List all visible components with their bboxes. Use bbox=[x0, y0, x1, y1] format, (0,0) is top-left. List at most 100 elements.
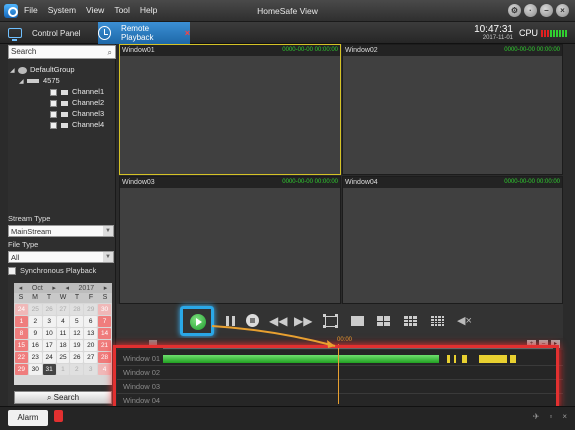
calendar-day[interactable]: 17 bbox=[42, 340, 56, 351]
layout-9-button[interactable] bbox=[402, 312, 420, 330]
calendar-day[interactable]: 16 bbox=[28, 340, 42, 351]
calendar-day[interactable]: 14 bbox=[98, 328, 111, 339]
settings-icon[interactable]: ⚙ bbox=[508, 4, 521, 17]
calendar-day[interactable]: 24 bbox=[42, 352, 56, 363]
layout-16-button[interactable] bbox=[429, 312, 447, 330]
calendar-day[interactable]: 15 bbox=[15, 340, 28, 351]
sync-playback-checkbox[interactable] bbox=[8, 266, 16, 275]
record-segment[interactable] bbox=[163, 355, 439, 363]
channel-checkbox[interactable] bbox=[50, 99, 57, 107]
prev-month-icon[interactable]: ◂ bbox=[19, 284, 23, 292]
calendar-day[interactable]: 30 bbox=[98, 304, 111, 315]
calendar-day[interactable]: 28 bbox=[98, 352, 111, 363]
pause-button[interactable] bbox=[221, 312, 239, 330]
search-icon[interactable]: ⌕ bbox=[108, 47, 112, 59]
calendar-day[interactable]: 29 bbox=[15, 364, 28, 375]
calendar-day[interactable]: 10 bbox=[42, 328, 56, 339]
calendar-day[interactable]: 3 bbox=[42, 316, 56, 327]
calendar-day[interactable]: 19 bbox=[70, 340, 84, 351]
calendar-day[interactable]: 3 bbox=[84, 364, 98, 375]
channel-checkbox[interactable] bbox=[50, 121, 57, 129]
video-window-3[interactable]: Window03 0000-00-00 00:00:00 bbox=[119, 176, 341, 304]
calendar-day[interactable]: 1 bbox=[56, 364, 70, 375]
stream-type-select[interactable]: MainStream ▼ bbox=[8, 225, 114, 237]
minimize-icon[interactable]: – bbox=[540, 4, 553, 17]
calendar-day[interactable]: 6 bbox=[84, 316, 98, 327]
calendar-day[interactable]: 27 bbox=[56, 304, 70, 315]
pin-icon[interactable]: ✈ bbox=[533, 412, 540, 421]
timeline-row[interactable]: Window 01 bbox=[117, 352, 563, 366]
tree-channel-row[interactable]: Channel1 bbox=[10, 86, 114, 97]
tree-channel-row[interactable]: Channel3 bbox=[10, 108, 114, 119]
sync-playback-option[interactable]: Synchronous Playback bbox=[8, 266, 96, 275]
menu-help[interactable]: Help bbox=[140, 5, 157, 15]
next-year-icon[interactable]: ▸ bbox=[104, 284, 108, 292]
calendar-day[interactable]: 28 bbox=[70, 304, 84, 315]
video-window-1[interactable]: Window01 0000-00-00 00:00:00 bbox=[119, 44, 341, 175]
calendar-day[interactable]: 24 bbox=[15, 304, 28, 315]
timeline-row[interactable]: Window 03 bbox=[117, 380, 563, 394]
timeline-cursor[interactable] bbox=[338, 344, 339, 404]
layout-4-button[interactable] bbox=[375, 312, 393, 330]
tree-group-row[interactable]: ◢ DefaultGroup bbox=[10, 64, 114, 75]
calendar-day[interactable]: 27 bbox=[84, 352, 98, 363]
calendar-day[interactable]: 26 bbox=[42, 304, 56, 315]
event-segment[interactable] bbox=[510, 355, 516, 363]
event-segment[interactable] bbox=[447, 355, 450, 363]
calendar-day[interactable]: 18 bbox=[56, 340, 70, 351]
calendar-day[interactable]: 8 bbox=[15, 328, 28, 339]
menu-view[interactable]: View bbox=[86, 5, 104, 15]
calendar-day[interactable]: 7 bbox=[98, 316, 111, 327]
video-window-2[interactable]: Window02 0000-00-00 00:00:00 bbox=[342, 44, 563, 175]
menu-tool[interactable]: Tool bbox=[114, 5, 130, 15]
lock-icon[interactable]: · bbox=[524, 4, 537, 17]
menu-system[interactable]: System bbox=[48, 5, 76, 15]
event-segment[interactable] bbox=[454, 355, 456, 363]
calendar-day[interactable]: 2 bbox=[28, 316, 42, 327]
calendar-day[interactable]: 30 bbox=[28, 364, 42, 375]
close-icon[interactable]: × bbox=[556, 4, 569, 17]
menu-file[interactable]: File bbox=[24, 5, 38, 15]
alarm-tab[interactable]: Alarm bbox=[8, 410, 48, 426]
calendar-day[interactable]: 12 bbox=[70, 328, 84, 339]
layout-1-button[interactable] bbox=[349, 312, 367, 330]
tab-remote-playback[interactable]: Remote Playback × bbox=[98, 22, 190, 44]
search-input[interactable]: Search ⌕ bbox=[8, 45, 116, 59]
calendar-day[interactable]: 1 bbox=[15, 316, 28, 327]
restore-icon[interactable]: ▫ bbox=[549, 412, 552, 421]
tab-close-icon[interactable]: × bbox=[185, 28, 190, 38]
calendar-day[interactable]: 2 bbox=[70, 364, 84, 375]
stop-button[interactable] bbox=[244, 312, 262, 330]
event-segment[interactable] bbox=[479, 355, 507, 363]
calendar-day[interactable]: 29 bbox=[84, 304, 98, 315]
play-button[interactable] bbox=[190, 314, 206, 330]
calendar-day[interactable]: 4 bbox=[56, 316, 70, 327]
calendar-day[interactable]: 22 bbox=[15, 352, 28, 363]
calendar-day[interactable]: 21 bbox=[98, 340, 111, 351]
collapse-icon[interactable]: × bbox=[562, 412, 567, 421]
calendar-day[interactable]: 26 bbox=[70, 352, 84, 363]
prev-year-icon[interactable]: ◂ bbox=[65, 284, 69, 292]
calendar-day[interactable]: 25 bbox=[56, 352, 70, 363]
zoom-out-icon[interactable]: – bbox=[539, 340, 548, 348]
slow-forward-button[interactable]: ◀◀ bbox=[269, 312, 287, 330]
fast-forward-button[interactable]: ▶▶ bbox=[294, 312, 312, 330]
calendar-day[interactable]: 9 bbox=[28, 328, 42, 339]
tree-device-row[interactable]: ◢ 4575 bbox=[10, 75, 114, 86]
fullscreen-button[interactable] bbox=[322, 312, 340, 330]
tree-channel-row[interactable]: Channel4 bbox=[10, 119, 114, 130]
video-window-4[interactable]: Window04 0000-00-00 00:00:00 bbox=[342, 176, 563, 304]
mute-icon[interactable]: ◀× bbox=[457, 312, 475, 330]
calendar-day[interactable]: 25 bbox=[28, 304, 42, 315]
channel-checkbox[interactable] bbox=[50, 88, 57, 96]
calendar-day[interactable]: 13 bbox=[84, 328, 98, 339]
channel-checkbox[interactable] bbox=[50, 110, 57, 118]
timeline-ruler[interactable] bbox=[163, 348, 553, 351]
tab-control-panel[interactable]: Control Panel bbox=[8, 22, 108, 44]
file-type-select[interactable]: All ▼ bbox=[8, 251, 114, 263]
tree-channel-row[interactable]: Channel2 bbox=[10, 97, 114, 108]
calendar-day[interactable]: 5 bbox=[70, 316, 84, 327]
calendar-day[interactable]: 20 bbox=[84, 340, 98, 351]
zoom-in-icon[interactable]: + bbox=[527, 340, 536, 348]
calendar-day[interactable]: 4 bbox=[98, 364, 111, 375]
